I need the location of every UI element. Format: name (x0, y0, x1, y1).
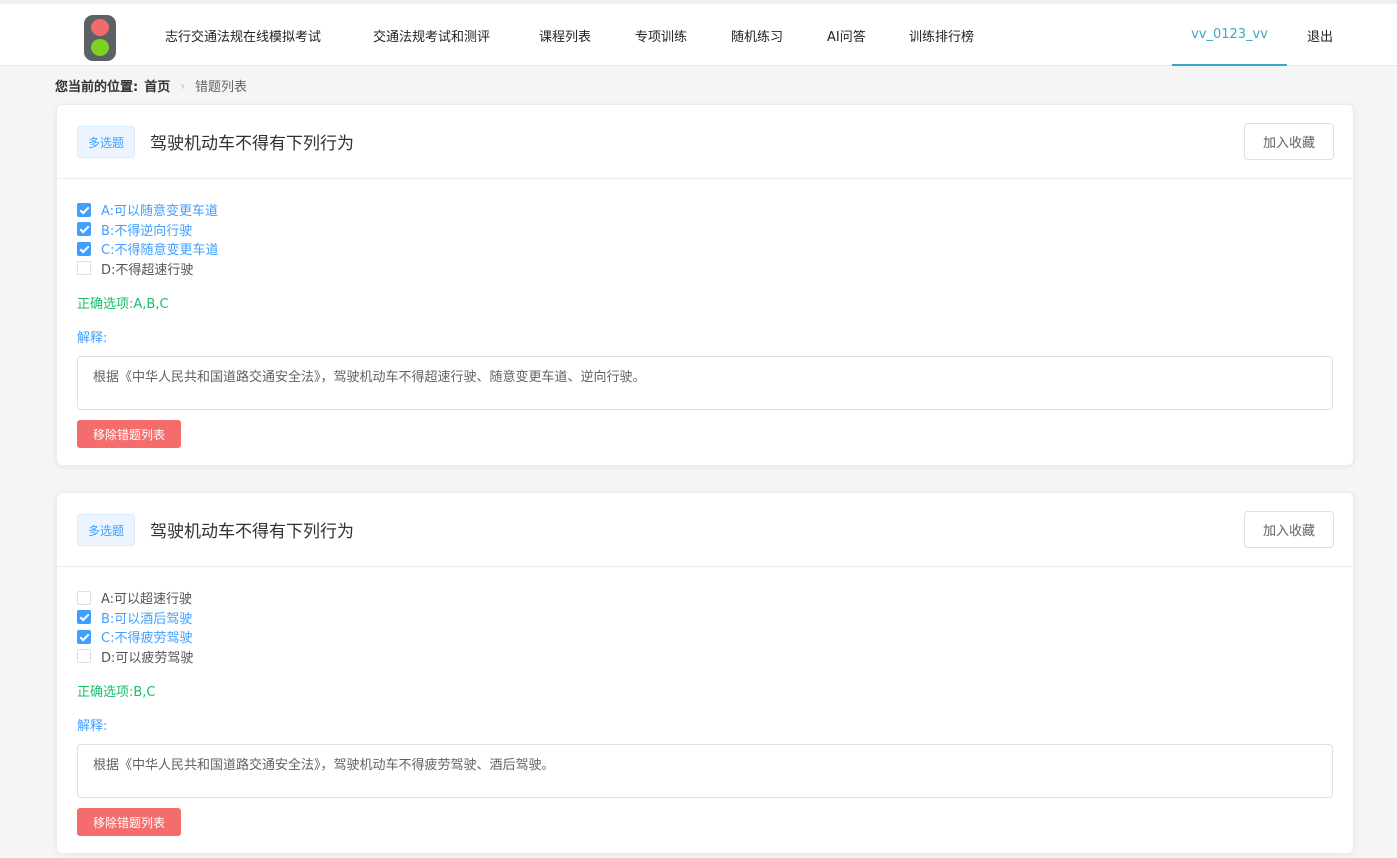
add-favorite-button[interactable]: 加入收藏 (1244, 123, 1334, 160)
correct-answer: 正确选项:B,C (77, 685, 156, 700)
explanation-text: 根据《中华人民共和国道路交通安全法》，驾驶机动车不得超速行驶、随意变更车道、逆向… (77, 356, 1333, 410)
chevron-right-icon: › (180, 78, 186, 93)
green-light (91, 39, 109, 56)
question-type-badge: 多选题 (77, 514, 135, 546)
nav-item-courses[interactable]: 课程列表 (539, 4, 591, 66)
remove-from-wrong-list-button[interactable]: 移除错题列表 (77, 420, 181, 448)
red-light (91, 19, 109, 36)
option-a[interactable]: A:可以随意变更车道 (77, 200, 1333, 220)
nav-item-special-training[interactable]: 专项训练 (635, 4, 687, 66)
question-title: 驾驶机动车不得有下列行为 (150, 522, 354, 542)
checkbox[interactable] (77, 629, 91, 644)
nav-item-ai-qa[interactable]: AI问答 (827, 4, 866, 66)
correct-answer: 正确选项:A,B,C (77, 297, 169, 312)
traffic-light-logo-icon[interactable] (84, 15, 116, 61)
top-navbar: 志行交通法规在线模拟考试 交通法规考试和测评 课程列表 专项训练 随机练习 AI… (0, 0, 1397, 66)
breadcrumb-home-link[interactable]: 首页 (144, 76, 170, 95)
nav-item-random-practice[interactable]: 随机练习 (731, 4, 783, 66)
nav-item-leaderboard[interactable]: 训练排行榜 (909, 4, 974, 66)
nav-item-site-title[interactable]: 志行交通法规在线模拟考试 (165, 4, 321, 66)
breadcrumb-current: 错题列表 (195, 80, 248, 95)
question-title: 驾驶机动车不得有下列行为 (150, 134, 354, 154)
explanation-label: 解释: (77, 719, 108, 734)
logout-link[interactable]: 退出 (1307, 4, 1333, 66)
explanation-text: 根据《中华人民共和国道路交通安全法》，驾驶机动车不得疲劳驾驶、酒后驾驶。 (77, 744, 1333, 798)
explanation-label: 解释: (77, 331, 108, 346)
option-d[interactable]: D:不得超速行驶 (77, 259, 1333, 279)
checkbox[interactable] (77, 241, 91, 256)
checkbox[interactable] (77, 222, 91, 237)
question-card: 多选题 驾驶机动车不得有下列行为 加入收藏 A:可以随意变更车道 B:不得逆向行… (56, 104, 1354, 466)
remove-from-wrong-list-button[interactable]: 移除错题列表 (77, 808, 181, 836)
option-b[interactable]: B:不得逆向行驶 (77, 220, 1333, 240)
option-c[interactable]: C:不得疲劳驾驶 (77, 627, 1333, 647)
option-c[interactable]: C:不得随意变更车道 (77, 239, 1333, 259)
breadcrumb: 您当前的位置: 首页 › 错题列表 (55, 76, 248, 96)
question-card: 多选题 驾驶机动车不得有下列行为 加入收藏 A:可以超速行驶 B:可以酒后驾驶 … (56, 492, 1354, 854)
user-menu[interactable]: vv_0123_vv (1172, 4, 1287, 66)
checkbox[interactable] (77, 590, 91, 605)
breadcrumb-label: 您当前的位置: (55, 80, 139, 95)
question-type-badge: 多选题 (77, 126, 135, 158)
question-body: A:可以超速行驶 B:可以酒后驾驶 C:不得疲劳驾驶 D:可以疲劳驾驶 正确选项… (57, 567, 1353, 856)
option-b[interactable]: B:可以酒后驾驶 (77, 608, 1333, 628)
username: vv_0123_vv (1191, 26, 1268, 42)
add-favorite-button[interactable]: 加入收藏 (1244, 511, 1334, 548)
checkbox[interactable] (77, 649, 91, 664)
checkbox[interactable] (77, 261, 91, 276)
option-d[interactable]: D:可以疲劳驾驶 (77, 647, 1333, 667)
nav-item-exam[interactable]: 交通法规考试和测评 (373, 4, 490, 66)
question-header: 多选题 驾驶机动车不得有下列行为 加入收藏 (57, 105, 1353, 179)
checkbox[interactable] (77, 610, 91, 625)
question-header: 多选题 驾驶机动车不得有下列行为 加入收藏 (57, 493, 1353, 567)
option-a[interactable]: A:可以超速行驶 (77, 588, 1333, 608)
checkbox[interactable] (77, 202, 91, 217)
question-body: A:可以随意变更车道 B:不得逆向行驶 C:不得随意变更车道 D:不得超速行驶 … (57, 179, 1353, 468)
